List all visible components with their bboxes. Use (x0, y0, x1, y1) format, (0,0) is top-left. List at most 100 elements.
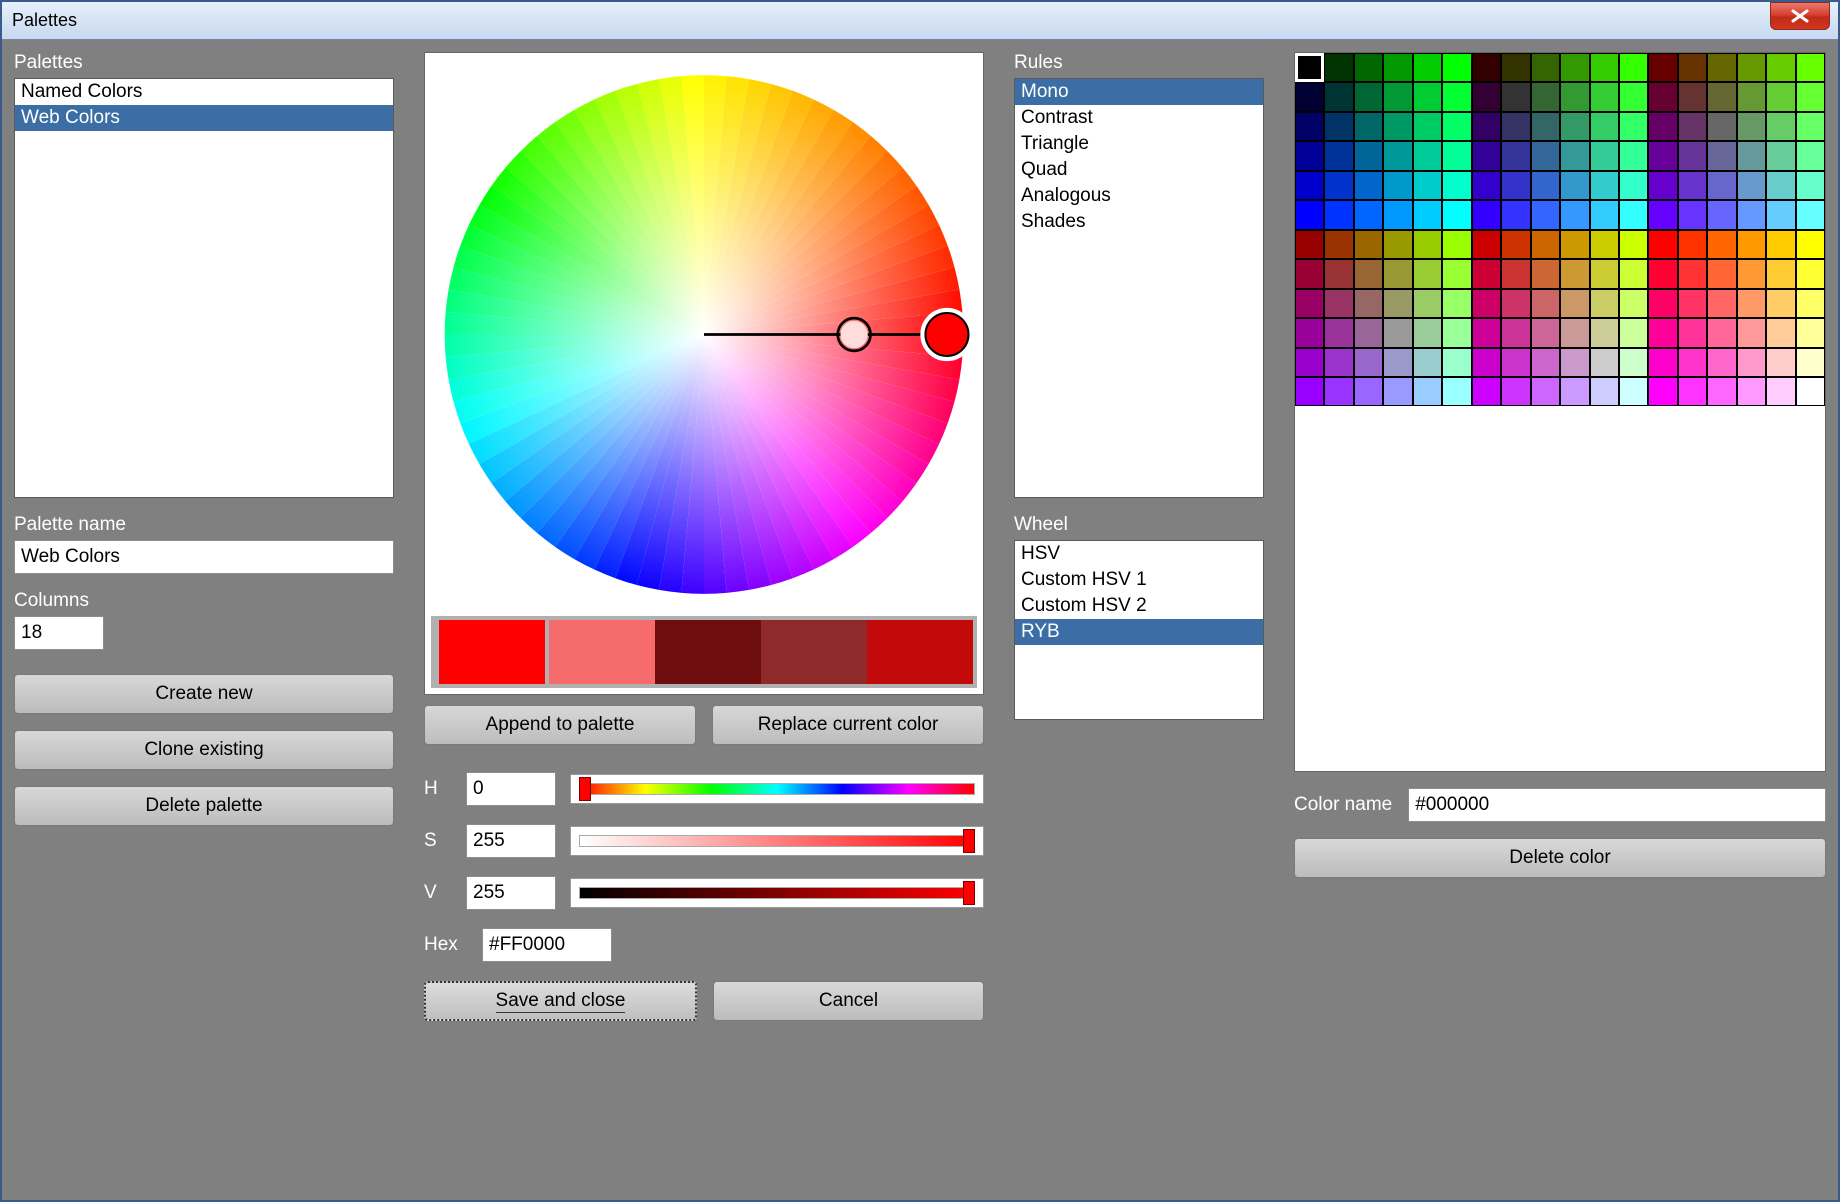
swatch[interactable] (549, 620, 655, 684)
palette-cell[interactable] (1501, 200, 1530, 229)
palette-cell[interactable] (1796, 53, 1825, 82)
palette-cell[interactable] (1442, 82, 1471, 111)
palette-cell[interactable] (1560, 171, 1589, 200)
palette-cell[interactable] (1590, 171, 1619, 200)
palette-cell[interactable] (1501, 348, 1530, 377)
list-item[interactable]: Contrast (1015, 105, 1263, 131)
palette-cell[interactable] (1619, 141, 1648, 170)
palette-cell[interactable] (1619, 112, 1648, 141)
palette-cell[interactable] (1678, 82, 1707, 111)
palette-cell[interactable] (1619, 171, 1648, 200)
palette-cell[interactable] (1619, 53, 1648, 82)
palette-cell[interactable] (1678, 348, 1707, 377)
palette-cell[interactable] (1737, 259, 1766, 288)
palette-cell[interactable] (1560, 230, 1589, 259)
palette-cell[interactable] (1354, 112, 1383, 141)
palette-cell[interactable] (1472, 200, 1501, 229)
hex-input[interactable] (482, 928, 612, 962)
generated-swatches[interactable] (431, 616, 977, 688)
palette-cell[interactable] (1295, 112, 1324, 141)
palette-cell[interactable] (1413, 141, 1442, 170)
palette-cell[interactable] (1648, 230, 1677, 259)
columns-input[interactable] (14, 616, 104, 650)
palette-cell[interactable] (1766, 53, 1795, 82)
palette-cell[interactable] (1796, 141, 1825, 170)
palette-cell[interactable] (1766, 259, 1795, 288)
palette-cell[interactable] (1354, 53, 1383, 82)
palette-cell[interactable] (1796, 200, 1825, 229)
palette-cell[interactable] (1413, 377, 1442, 406)
palette-cell[interactable] (1295, 82, 1324, 111)
palette-cell[interactable] (1354, 289, 1383, 318)
palette-cell[interactable] (1648, 348, 1677, 377)
palette-cell[interactable] (1560, 259, 1589, 288)
palette-cell[interactable] (1472, 348, 1501, 377)
palette-cell[interactable] (1619, 200, 1648, 229)
palette-cell[interactable] (1442, 318, 1471, 347)
h-input[interactable] (466, 772, 556, 806)
h-slider[interactable] (570, 774, 984, 804)
palette-cell[interactable] (1737, 141, 1766, 170)
s-input[interactable] (466, 824, 556, 858)
v-slider[interactable] (570, 878, 984, 908)
palette-cell[interactable] (1678, 230, 1707, 259)
palette-cell[interactable] (1737, 53, 1766, 82)
palette-cell[interactable] (1501, 259, 1530, 288)
list-item[interactable]: Custom HSV 1 (1015, 567, 1263, 593)
palette-cell[interactable] (1560, 377, 1589, 406)
v-input[interactable] (466, 876, 556, 910)
palette-cell[interactable] (1707, 141, 1736, 170)
palette-cell[interactable] (1678, 53, 1707, 82)
palette-cell[interactable] (1413, 112, 1442, 141)
palette-cell[interactable] (1324, 141, 1353, 170)
palette-cell[interactable] (1560, 141, 1589, 170)
palette-cell[interactable] (1531, 171, 1560, 200)
palette-cell[interactable] (1383, 259, 1412, 288)
palette-cell[interactable] (1560, 53, 1589, 82)
palette-cell[interactable] (1324, 259, 1353, 288)
list-item[interactable]: HSV (1015, 541, 1263, 567)
palette-cell[interactable] (1560, 318, 1589, 347)
palette-cell[interactable] (1501, 53, 1530, 82)
palette-grid[interactable] (1294, 52, 1826, 772)
palette-cell[interactable] (1531, 259, 1560, 288)
palette-cell[interactable] (1413, 348, 1442, 377)
palette-cell[interactable] (1442, 200, 1471, 229)
palette-cell[interactable] (1501, 230, 1530, 259)
palette-cell[interactable] (1383, 348, 1412, 377)
palette-cell[interactable] (1590, 82, 1619, 111)
palette-cell[interactable] (1383, 230, 1412, 259)
create-new-button[interactable]: Create new (14, 674, 394, 714)
palette-cell[interactable] (1442, 230, 1471, 259)
palette-cell[interactable] (1531, 348, 1560, 377)
palette-cell[interactable] (1324, 200, 1353, 229)
swatch[interactable] (867, 620, 973, 684)
palette-cell[interactable] (1501, 289, 1530, 318)
palette-cell[interactable] (1295, 141, 1324, 170)
palette-cell[interactable] (1531, 82, 1560, 111)
palette-cell[interactable] (1472, 53, 1501, 82)
palette-cell[interactable] (1383, 377, 1412, 406)
palette-cell[interactable] (1442, 259, 1471, 288)
palette-cell[interactable] (1648, 259, 1677, 288)
palette-cell[interactable] (1590, 289, 1619, 318)
list-item[interactable]: Named Colors (15, 79, 393, 105)
list-item[interactable]: Analogous (1015, 183, 1263, 209)
palette-cell[interactable] (1737, 289, 1766, 318)
close-button[interactable] (1770, 2, 1830, 30)
palette-cell[interactable] (1354, 200, 1383, 229)
palette-cell[interactable] (1737, 171, 1766, 200)
palette-cell[interactable] (1501, 318, 1530, 347)
palette-cell[interactable] (1678, 259, 1707, 288)
palette-cell[interactable] (1766, 318, 1795, 347)
palette-cell[interactable] (1413, 318, 1442, 347)
palette-cell[interactable] (1560, 200, 1589, 229)
palette-cell[interactable] (1619, 348, 1648, 377)
palette-cell[interactable] (1442, 377, 1471, 406)
palette-cell[interactable] (1324, 348, 1353, 377)
delete-palette-button[interactable]: Delete palette (14, 786, 394, 826)
palette-cell[interactable] (1707, 348, 1736, 377)
palette-cell[interactable] (1678, 171, 1707, 200)
palette-cell[interactable] (1737, 82, 1766, 111)
palette-cell[interactable] (1472, 171, 1501, 200)
